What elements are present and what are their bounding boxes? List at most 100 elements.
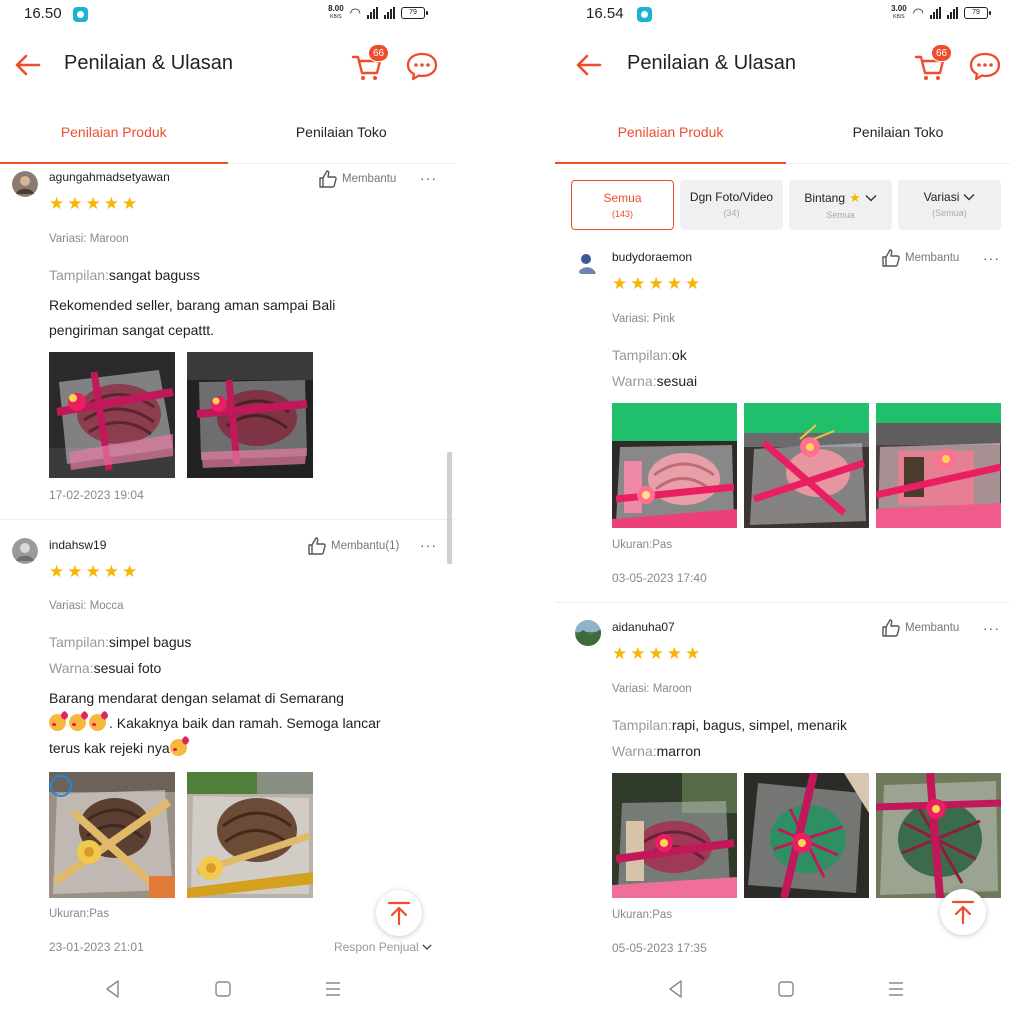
review-date: 17-02-2023 19:04 bbox=[49, 488, 144, 502]
chevron-down-icon bbox=[422, 942, 432, 952]
review-tabs: Penilaian Produk Penilaian Toko bbox=[0, 112, 455, 164]
review-variant: Variasi: Maroon bbox=[612, 683, 692, 695]
helpful-button[interactable]: Membantu bbox=[881, 618, 959, 638]
review-photo[interactable] bbox=[876, 403, 1001, 528]
more-options-button[interactable]: ··· bbox=[983, 250, 1000, 266]
review-date: 05-05-2023 17:35 bbox=[612, 941, 707, 955]
cart-count-badge: 66 bbox=[931, 44, 952, 62]
review-photos bbox=[612, 403, 1001, 528]
more-options-button[interactable]: ··· bbox=[983, 620, 1000, 636]
star-icon: ★ bbox=[49, 562, 65, 581]
review-size: Ukuran:Pas bbox=[49, 908, 110, 920]
review-photo[interactable] bbox=[744, 773, 869, 898]
square-home-icon[interactable] bbox=[775, 978, 797, 1000]
helpful-button[interactable]: Membantu bbox=[881, 248, 959, 268]
chevron-down-icon bbox=[963, 191, 975, 203]
system-nav-bar bbox=[0, 972, 455, 1006]
tab-shop-reviews[interactable]: Penilaian Toko bbox=[228, 112, 456, 163]
thumbs-up-icon bbox=[881, 248, 901, 268]
thumbs-up-icon bbox=[881, 618, 901, 638]
status-bar: 16.50 8.00 KB/S ◠ 79 bbox=[0, 0, 455, 30]
star-icon: ★ bbox=[122, 562, 138, 581]
smiling-face-with-hearts-icon bbox=[69, 714, 86, 731]
signal-icon bbox=[930, 7, 941, 19]
star-icon: ★ bbox=[685, 274, 701, 293]
status-bar: 16.54 3.00 KB/S ◠ 79 bbox=[555, 0, 1010, 30]
star-icon: ★ bbox=[612, 274, 628, 293]
review-photo[interactable] bbox=[744, 403, 869, 528]
review-text: Barang mendarat dengan selamat di Semara… bbox=[49, 690, 381, 756]
review-field: Tampilan:rapi, bagus, simpel, menarik bbox=[612, 717, 847, 733]
seller-response-toggle[interactable]: Respon Penjual bbox=[334, 940, 432, 954]
review-username[interactable]: indahsw19 bbox=[49, 538, 106, 552]
review-date: 03-05-2023 17:40 bbox=[612, 571, 707, 585]
avatar[interactable] bbox=[12, 171, 38, 197]
star-icon: ★ bbox=[103, 562, 119, 581]
review-field: Warna:sesuai foto bbox=[49, 660, 162, 676]
triangle-back-icon[interactable] bbox=[102, 978, 124, 1000]
scrollbar[interactable] bbox=[447, 452, 452, 564]
network-speed: 3.00 KB/S bbox=[891, 4, 907, 21]
review-photo[interactable] bbox=[49, 352, 175, 478]
review-photo[interactable] bbox=[612, 403, 737, 528]
review-photo[interactable] bbox=[187, 352, 313, 478]
star-icon: ★ bbox=[666, 644, 682, 663]
smiling-face-with-hearts-icon bbox=[49, 714, 66, 731]
star-icon: ★ bbox=[849, 190, 861, 205]
review-photo[interactable] bbox=[49, 772, 175, 898]
star-icon: ★ bbox=[122, 194, 138, 213]
review-username[interactable]: budydoraemon bbox=[612, 250, 692, 264]
thumbs-up-icon bbox=[318, 169, 338, 189]
battery-icon: 79 bbox=[964, 7, 991, 19]
arrow-up-icon bbox=[950, 899, 976, 925]
triangle-back-icon[interactable] bbox=[665, 978, 687, 1000]
star-icon: ★ bbox=[49, 194, 65, 213]
review-size: Ukuran:Pas bbox=[612, 539, 673, 551]
more-options-button[interactable]: ··· bbox=[420, 537, 437, 553]
chat-bubble-icon[interactable] bbox=[968, 50, 1002, 82]
thumbs-up-icon bbox=[307, 536, 327, 556]
arrow-left-icon[interactable] bbox=[573, 50, 603, 80]
square-home-icon[interactable] bbox=[212, 978, 234, 1000]
more-options-button[interactable]: ··· bbox=[420, 170, 437, 186]
app-bar: Penilaian & Ulasan 66 bbox=[555, 40, 1010, 90]
filter-with-media[interactable]: Dgn Foto/Video (34) bbox=[680, 180, 783, 230]
hamburger-menu-icon[interactable] bbox=[322, 978, 344, 1000]
page-title: Penilaian & Ulasan bbox=[627, 52, 796, 74]
star-icon: ★ bbox=[103, 194, 119, 213]
star-icon: ★ bbox=[630, 644, 646, 663]
chevron-down-icon bbox=[865, 192, 877, 204]
signal-icon bbox=[947, 7, 958, 19]
arrow-left-icon[interactable] bbox=[12, 50, 42, 80]
tab-shop-reviews[interactable]: Penilaian Toko bbox=[786, 112, 1010, 163]
star-icon: ★ bbox=[648, 644, 664, 663]
star-rating: ★ ★ ★ ★ ★ bbox=[612, 275, 700, 292]
avatar[interactable] bbox=[575, 620, 601, 646]
scroll-to-top-button[interactable] bbox=[376, 890, 422, 936]
filter-variant[interactable]: Variasi (Semua) bbox=[898, 180, 1001, 230]
review-photo[interactable] bbox=[187, 772, 313, 898]
status-time: 16.50 bbox=[24, 5, 62, 22]
hamburger-menu-icon[interactable] bbox=[885, 978, 907, 1000]
signal-icon bbox=[384, 7, 395, 19]
star-icon: ★ bbox=[666, 274, 682, 293]
avatar[interactable] bbox=[12, 538, 38, 564]
tab-product-reviews[interactable]: Penilaian Produk bbox=[0, 112, 228, 164]
helpful-button[interactable]: Membantu bbox=[318, 169, 396, 189]
avatar[interactable] bbox=[575, 250, 601, 276]
review-field: Warna:sesuai bbox=[612, 373, 698, 389]
filter-all[interactable]: Semua (143) bbox=[571, 180, 674, 230]
divider bbox=[555, 602, 1010, 603]
helpful-button[interactable]: Membantu(1) bbox=[307, 536, 399, 556]
filter-stars[interactable]: Bintang ★ Semua bbox=[789, 180, 892, 230]
tab-product-reviews[interactable]: Penilaian Produk bbox=[555, 112, 786, 164]
review-photo[interactable] bbox=[876, 773, 1001, 898]
review-username[interactable]: aidanuha07 bbox=[612, 620, 675, 634]
chat-bubble-icon[interactable] bbox=[405, 50, 439, 82]
scroll-to-top-button[interactable] bbox=[940, 889, 986, 935]
review-filters: Semua (143) Dgn Foto/Video (34) Bintang ★… bbox=[571, 180, 1010, 230]
status-indicators: 3.00 KB/S ◠ 79 bbox=[891, 4, 991, 21]
review-photo[interactable] bbox=[612, 773, 737, 898]
review-username[interactable]: agungahmadsetyawan bbox=[49, 170, 170, 184]
review-variant: Variasi: Pink bbox=[612, 313, 676, 325]
